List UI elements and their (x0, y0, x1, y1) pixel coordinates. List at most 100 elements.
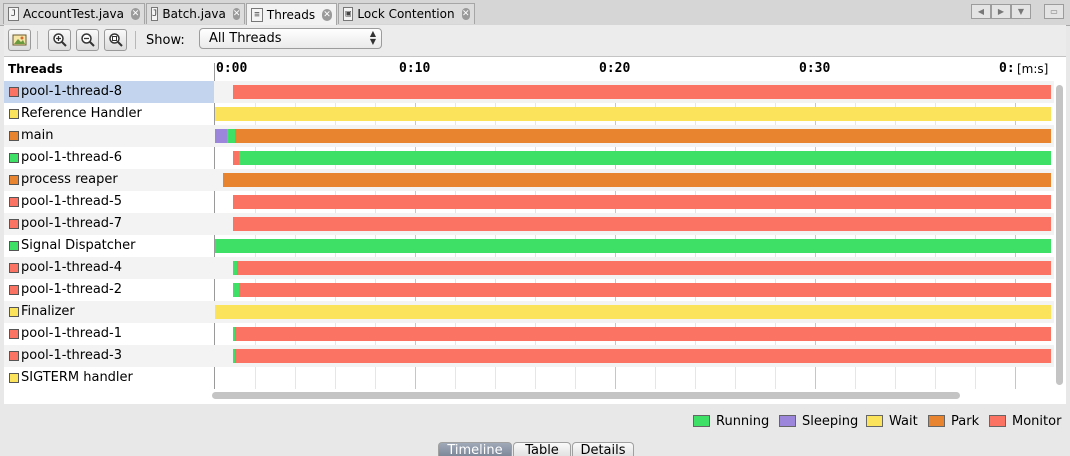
thread-name-cell[interactable]: Signal Dispatcher (4, 235, 214, 257)
legend-label: Running (716, 413, 770, 429)
tab-accounttest-java[interactable]: J AccountTest.java ✕ (3, 3, 145, 24)
thread-name-cell[interactable]: pool-1-thread-1 (4, 323, 214, 345)
threads-toolbar: Show: All Threads ▲ ▼ (4, 25, 1066, 57)
zoom-out-icon (80, 33, 95, 47)
threads-column-header: Threads (8, 62, 63, 76)
state-segment-sleeping[interactable] (215, 129, 227, 143)
thread-name-cell[interactable]: pool-1-thread-3 (4, 345, 214, 367)
scroll-tabs-left-button[interactable]: ◀ (971, 4, 991, 19)
thread-state-swatch (9, 153, 19, 163)
tab-label: Threads (266, 7, 316, 22)
time-tick-label: 0: (999, 61, 1015, 76)
thread-row[interactable]: pool-1-thread-4 (4, 257, 1054, 279)
thread-name: pool-1-thread-7 (21, 216, 122, 231)
tab-threads[interactable]: ≡ Threads ✕ (246, 3, 337, 25)
thread-row[interactable]: pool-1-thread-3 (4, 345, 1054, 367)
state-segment-running[interactable] (227, 129, 235, 143)
thread-name: Signal Dispatcher (21, 238, 136, 253)
state-segment-monitor[interactable] (237, 261, 1051, 275)
thread-name-cell[interactable]: process reaper (4, 169, 214, 191)
thread-name-cell[interactable]: pool-1-thread-6 (4, 147, 214, 169)
export-threads-button[interactable] (8, 29, 31, 51)
thread-row[interactable]: Reference Handler (4, 103, 1054, 125)
thread-row[interactable]: pool-1-thread-8 (4, 81, 1054, 103)
thread-state-swatch (9, 329, 19, 339)
zoom-in-button[interactable] (48, 29, 71, 51)
toolbar-separator (37, 31, 38, 49)
thread-name: process reaper (21, 172, 118, 187)
show-threads-select[interactable]: All Threads ▲ ▼ (199, 28, 382, 49)
legend-swatch (928, 415, 945, 427)
close-icon[interactable]: ✕ (131, 8, 140, 20)
thread-state-swatch (9, 197, 19, 207)
state-segment-wait[interactable] (215, 107, 1051, 121)
tab-lock-contention[interactable]: ▣ Lock Contention ✕ (338, 3, 475, 24)
scroll-tabs-right-button[interactable]: ▶ (991, 4, 1011, 19)
timeline-header: Threads 0:00 0:10 0:20 0:30 0: [m:s] (4, 57, 1066, 81)
thread-row[interactable]: process reaper (4, 169, 1054, 191)
state-segment-park[interactable] (235, 129, 1051, 143)
thread-name-cell[interactable]: pool-1-thread-5 (4, 191, 214, 213)
thread-row[interactable]: pool-1-thread-5 (4, 191, 1054, 213)
tab-list-dropdown-button[interactable]: ▼ (1011, 4, 1031, 19)
state-segment-wait[interactable] (215, 305, 1051, 319)
thread-row[interactable]: main (4, 125, 1054, 147)
thread-name-cell[interactable]: Finalizer (4, 301, 214, 323)
horizontal-scrollbar[interactable] (212, 392, 960, 399)
thread-row[interactable]: pool-1-thread-1 (4, 323, 1054, 345)
close-icon[interactable]: ✕ (461, 8, 470, 20)
thread-name-cell[interactable]: main (4, 125, 214, 147)
thread-name: pool-1-thread-3 (21, 348, 122, 363)
thread-row[interactable]: SIGTERM handler (4, 367, 1054, 389)
thread-name: Reference Handler (21, 106, 142, 121)
thread-name: pool-1-thread-6 (21, 150, 122, 165)
state-segment-monitor[interactable] (233, 217, 1051, 231)
legend-item-monitor: Monitor (989, 413, 1061, 429)
thread-rows: pool-1-thread-8 Reference Handler main pool… (4, 81, 1054, 389)
zoom-in-icon (52, 33, 67, 47)
java-file-icon: J (151, 7, 159, 21)
zoom-fit-icon (108, 33, 123, 47)
thread-row[interactable]: Signal Dispatcher (4, 235, 1054, 257)
zoom-fit-button[interactable] (104, 29, 127, 51)
thread-state-swatch (9, 87, 19, 97)
tab-label: Lock Contention (357, 7, 455, 21)
zoom-out-button[interactable] (76, 29, 99, 51)
tab-batch-java[interactable]: J Batch.java ✕ (146, 3, 245, 24)
close-icon[interactable]: ✕ (232, 8, 241, 20)
legend-label: Monitor (1012, 413, 1062, 429)
legend-label: Wait (889, 413, 918, 429)
thread-name-cell[interactable]: pool-1-thread-2 (4, 279, 214, 301)
thread-name-cell[interactable]: Reference Handler (4, 103, 214, 125)
thread-name-cell[interactable]: pool-1-thread-7 (4, 213, 214, 235)
state-segment-monitor[interactable] (233, 195, 1051, 209)
vertical-scrollbar[interactable] (1056, 85, 1063, 385)
close-icon[interactable]: ✕ (322, 8, 332, 21)
thread-name: pool-1-thread-4 (21, 260, 122, 275)
thread-name-cell[interactable]: pool-1-thread-4 (4, 257, 214, 279)
state-segment-monitor[interactable] (235, 349, 1051, 363)
state-segment-running[interactable] (215, 239, 1051, 253)
thread-row[interactable]: pool-1-thread-6 (4, 147, 1054, 169)
tab-label: Batch.java (162, 7, 226, 21)
show-filter-label: Show: (146, 33, 185, 48)
thread-row[interactable]: pool-1-thread-2 (4, 279, 1054, 301)
legend-swatch (866, 415, 883, 427)
time-tick-label: 0:20 (599, 61, 631, 76)
thread-name-cell[interactable]: SIGTERM handler (4, 367, 214, 389)
legend-item-running: Running (693, 413, 769, 429)
legend-item-park: Park (928, 413, 979, 429)
state-segment-running[interactable] (239, 151, 1051, 165)
thread-row[interactable]: Finalizer (4, 301, 1054, 323)
time-unit-label: [m:s] (1015, 62, 1049, 76)
state-segment-monitor[interactable] (239, 283, 1051, 297)
state-segment-monitor[interactable] (233, 85, 1051, 99)
state-segment-park[interactable] (223, 173, 1051, 187)
thread-name-cell[interactable]: pool-1-thread-8 (4, 81, 214, 103)
legend-label: Park (951, 413, 980, 429)
maximize-window-button[interactable]: ▭ (1044, 4, 1064, 19)
thread-state-swatch (9, 241, 19, 251)
thread-name: Finalizer (21, 304, 75, 319)
thread-row[interactable]: pool-1-thread-7 (4, 213, 1054, 235)
state-segment-monitor[interactable] (235, 327, 1051, 341)
